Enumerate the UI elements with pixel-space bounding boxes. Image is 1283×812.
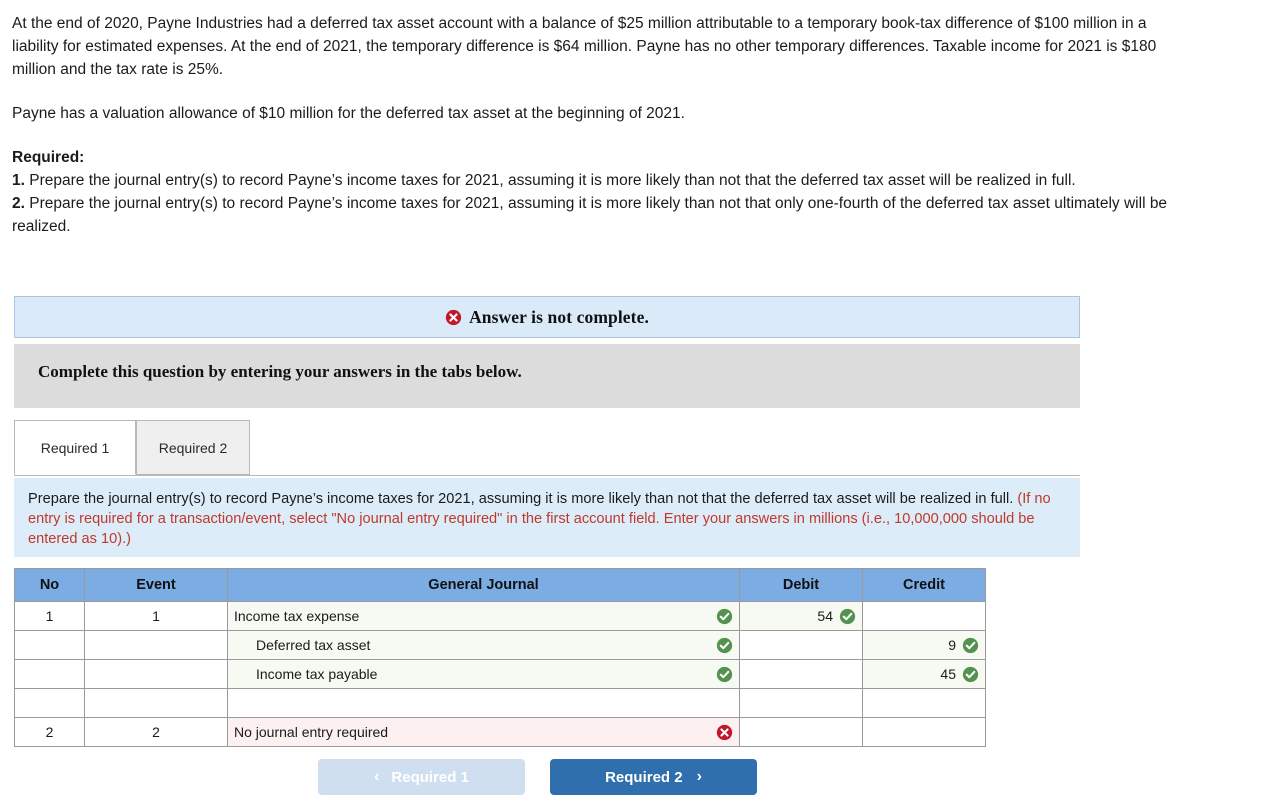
- cell-account[interactable]: Income tax expense: [227, 601, 740, 631]
- cell-credit[interactable]: [862, 717, 986, 747]
- cell-no[interactable]: [14, 630, 85, 660]
- column-header-general-journal: General Journal: [227, 568, 740, 602]
- requirement-2-number: 2.: [12, 195, 25, 212]
- cell-event[interactable]: [84, 688, 228, 718]
- cell-credit[interactable]: 9: [862, 630, 986, 660]
- table-header-row: No Event General Journal Debit Credit: [14, 568, 986, 602]
- account-name: Income tax payable: [256, 666, 378, 682]
- tab-required-2-label: Required 2: [158, 439, 228, 456]
- cell-debit[interactable]: [739, 688, 863, 718]
- correct-check-icon: [716, 608, 733, 625]
- cell-no[interactable]: [14, 688, 85, 718]
- tab-required-2[interactable]: Required 2: [136, 420, 250, 475]
- cell-event[interactable]: 1: [84, 601, 228, 631]
- requirement-tabs: Required 1 Required 2: [14, 420, 1080, 476]
- table-row: 2 2 No journal entry required: [14, 717, 986, 747]
- cell-debit[interactable]: 54: [739, 601, 863, 631]
- tab-instruction-text: Prepare the journal entry(s) to record P…: [28, 489, 1066, 549]
- correct-check-icon: [839, 608, 856, 625]
- account-name: No journal entry required: [234, 724, 389, 740]
- tab-instruction-box: Prepare the journal entry(s) to record P…: [14, 478, 1080, 557]
- requirement-1-number: 1.: [12, 172, 25, 189]
- cell-debit[interactable]: [739, 717, 863, 747]
- cell-event[interactable]: [84, 659, 228, 689]
- instruction-bar: Complete this question by entering your …: [14, 344, 1080, 408]
- answer-status-text-wrap: Answer is not complete.: [445, 306, 649, 328]
- cell-no[interactable]: 2: [14, 717, 85, 747]
- account-name: Deferred tax asset: [256, 637, 371, 653]
- cell-credit[interactable]: [862, 601, 986, 631]
- cell-credit[interactable]: [862, 688, 986, 718]
- question-prose: At the end of 2020, Payne Industries had…: [12, 12, 1172, 238]
- requirement-1-text: Prepare the journal entry(s) to record P…: [24, 172, 1076, 189]
- cell-debit[interactable]: [739, 659, 863, 689]
- table-row: Income tax payable 45: [14, 659, 986, 689]
- tab-required-1-label: Required 1: [40, 439, 110, 456]
- answer-status-label: Answer is not complete.: [469, 307, 649, 327]
- cell-account[interactable]: [227, 688, 740, 718]
- table-body: 1 1 Income tax expense 54 Deferred tax a…: [14, 601, 986, 747]
- tab-required-1[interactable]: Required 1: [14, 420, 136, 475]
- table-row: Deferred tax asset 9: [14, 630, 986, 660]
- cell-event[interactable]: [84, 630, 228, 660]
- debit-value: 54: [817, 608, 833, 624]
- table-row: [14, 688, 986, 718]
- tab-instruction-main: Prepare the journal entry(s) to record P…: [28, 491, 1018, 507]
- cell-account[interactable]: No journal entry required: [227, 717, 740, 747]
- requirement-2-text: Prepare the journal entry(s) to record P…: [12, 195, 1168, 235]
- cell-event[interactable]: 2: [84, 717, 228, 747]
- cell-account[interactable]: Deferred tax asset: [227, 630, 740, 660]
- tab-navigation: ‹ Required 1 Required 2 ›: [318, 759, 758, 795]
- column-header-event: Event: [84, 568, 228, 602]
- prev-button-label: Required 1: [391, 768, 469, 786]
- question-paragraph-1: At the end of 2020, Payne Industries had…: [12, 15, 1157, 78]
- cell-debit[interactable]: [739, 630, 863, 660]
- next-required-2-button[interactable]: Required 2 ›: [550, 759, 757, 795]
- credit-value: 45: [940, 666, 956, 682]
- correct-check-icon: [716, 666, 733, 683]
- correct-check-icon: [716, 637, 733, 654]
- cell-no[interactable]: [14, 659, 85, 689]
- column-header-debit: Debit: [739, 568, 863, 602]
- exercise-page: At the end of 2020, Payne Industries had…: [0, 0, 1283, 812]
- chevron-right-icon: ›: [696, 768, 702, 785]
- chevron-left-icon: ‹: [374, 768, 380, 785]
- credit-value: 9: [948, 637, 956, 653]
- column-header-credit: Credit: [862, 568, 986, 602]
- error-circle-icon: [445, 309, 462, 326]
- cell-credit[interactable]: 45: [862, 659, 986, 689]
- table-row: 1 1 Income tax expense 54: [14, 601, 986, 631]
- correct-check-icon: [962, 666, 979, 683]
- answer-status-banner: Answer is not complete.: [14, 296, 1080, 338]
- account-name: Income tax expense: [234, 608, 360, 624]
- required-label: Required:: [12, 149, 85, 166]
- prev-required-1-button[interactable]: ‹ Required 1: [318, 759, 525, 795]
- cell-no[interactable]: 1: [14, 601, 85, 631]
- next-button-label: Required 2: [605, 768, 683, 786]
- column-header-no: No: [14, 568, 85, 602]
- question-paragraph-2: Payne has a valuation allowance of $10 m…: [12, 105, 685, 122]
- requirements-block: Required: 1. Prepare the journal entry(s…: [12, 146, 1172, 238]
- general-journal-table: No Event General Journal Debit Credit 1 …: [14, 568, 986, 747]
- incorrect-x-icon: [716, 724, 733, 741]
- cell-account[interactable]: Income tax payable: [227, 659, 740, 689]
- instruction-bar-text: Complete this question by entering your …: [38, 362, 522, 381]
- correct-check-icon: [962, 637, 979, 654]
